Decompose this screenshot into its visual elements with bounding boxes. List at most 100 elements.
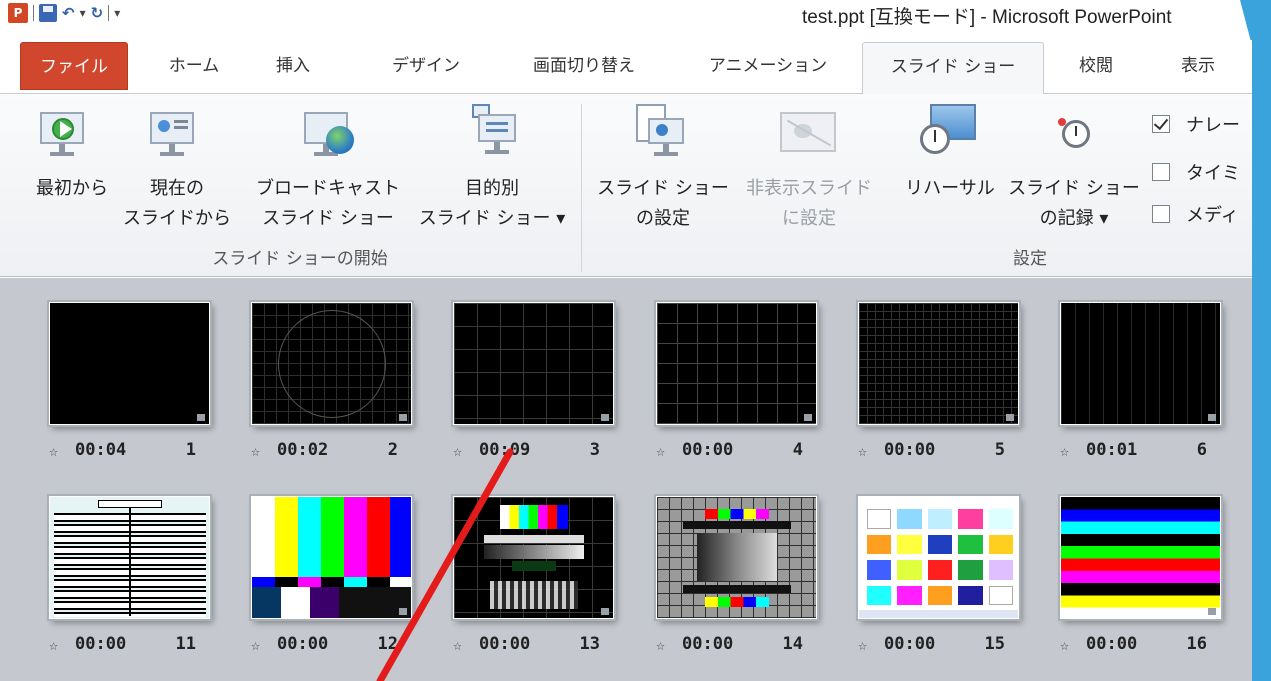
- record-slide-show-button[interactable]: スライド ショー の記録 ▾: [1006, 94, 1142, 244]
- slide-thumbnail[interactable]: ☆ 00:00 14: [656, 496, 817, 666]
- slide-thumbnail[interactable]: ☆ 00:04 1: [49, 302, 210, 472]
- slide-timing: 00:09: [479, 440, 531, 460]
- slide-image[interactable]: [49, 302, 210, 425]
- slide-timing: 00:00: [75, 634, 127, 654]
- slide-timing: 00:00: [1086, 634, 1138, 654]
- slide-image[interactable]: [1060, 302, 1221, 425]
- custom-label-line2: スライド ショー ▾: [418, 208, 566, 229]
- checkbox-media-controls[interactable]: メディ: [1152, 200, 1239, 228]
- animation-star-icon[interactable]: ☆: [453, 442, 462, 460]
- presentation-current-icon: [148, 108, 196, 156]
- rehearse-label: リハーサル: [905, 178, 995, 199]
- qat-separator: [33, 5, 34, 21]
- broadcast-globe-icon: [302, 108, 356, 160]
- slide-thumbnail[interactable]: ☆ 00:09 3: [453, 302, 614, 472]
- slide-thumbnail[interactable]: ☆ 00:00 16: [1060, 496, 1221, 666]
- animation-star-icon[interactable]: ☆: [858, 636, 867, 654]
- slide-thumbnail[interactable]: ☆ 00:00 5: [858, 302, 1019, 472]
- presentation-play-icon: [38, 108, 86, 156]
- tab-animations[interactable]: アニメーション: [694, 42, 842, 90]
- speaker-icon: [804, 414, 812, 421]
- tab-home[interactable]: ホーム: [150, 42, 238, 90]
- slide-info: ☆ 00:00 16: [1060, 634, 1221, 660]
- undo-icon[interactable]: ↶: [62, 4, 75, 22]
- group-separator: [581, 104, 582, 272]
- undo-dropdown-icon[interactable]: ▾: [80, 6, 86, 20]
- customize-qat-icon[interactable]: ▾: [114, 6, 120, 20]
- broadcast-slide-show-button[interactable]: ブロードキャスト スライド ショー: [254, 94, 402, 244]
- animation-star-icon[interactable]: ☆: [858, 442, 867, 460]
- animation-star-icon[interactable]: ☆: [251, 442, 260, 460]
- slide-thumbnail[interactable]: ☆ 00:02 2: [251, 302, 412, 472]
- powerpoint-app-icon[interactable]: P: [8, 3, 28, 23]
- slide-image[interactable]: [656, 496, 817, 619]
- slide-timing: 00:00: [682, 440, 734, 460]
- tab-insert[interactable]: 挿入: [262, 42, 324, 90]
- animation-star-icon[interactable]: ☆: [251, 636, 260, 654]
- slide-image[interactable]: [251, 302, 412, 425]
- slide-image[interactable]: [656, 302, 817, 425]
- slide-timing: 00:02: [277, 440, 329, 460]
- slide-thumbnail[interactable]: ☆ 00:01 6: [1060, 302, 1221, 472]
- tab-view[interactable]: 表示: [1158, 42, 1238, 90]
- slide-number: 11: [175, 634, 196, 654]
- tab-slide-show[interactable]: スライド ショー: [862, 42, 1044, 94]
- animation-star-icon[interactable]: ☆: [656, 442, 665, 460]
- desktop-accent-bar: [1252, 0, 1271, 681]
- custom-slide-show-button[interactable]: 目的別 スライド ショー ▾: [416, 94, 568, 244]
- slide-timing: 00:04: [75, 440, 127, 460]
- ribbon-tabs: ファイル ホーム 挿入 デザイン 画面切り替え アニメーション スライド ショー…: [0, 42, 1252, 94]
- record-label-line1: スライド ショー: [1008, 178, 1140, 199]
- from-current-label-line2: スライドから: [123, 208, 231, 229]
- rehearse-timings-button[interactable]: リハーサル: [898, 94, 1002, 244]
- from-current-slide-button[interactable]: 現在の スライドから: [118, 94, 236, 244]
- slide-thumbnail[interactable]: ☆ 00:00 13: [453, 496, 614, 666]
- setup-show-icon: [636, 104, 686, 160]
- save-icon[interactable]: [39, 4, 57, 22]
- timings-checkbox[interactable]: [1152, 163, 1170, 181]
- animation-star-icon[interactable]: ☆: [656, 636, 665, 654]
- slide-image[interactable]: [1060, 496, 1221, 619]
- animation-star-icon[interactable]: ☆: [49, 636, 58, 654]
- slide-info: ☆ 00:09 3: [453, 440, 614, 466]
- from-current-label-line1: 現在の: [150, 178, 204, 199]
- tab-transitions[interactable]: 画面切り替え: [508, 42, 660, 90]
- slide-number: 1: [185, 440, 196, 460]
- slide-image[interactable]: [453, 302, 614, 425]
- slide-thumbnail[interactable]: ☆ 00:00 15: [858, 496, 1019, 666]
- slide-image[interactable]: [858, 302, 1019, 425]
- narrations-checkbox[interactable]: [1152, 115, 1170, 133]
- narrations-label: ナレー: [1186, 115, 1240, 136]
- from-beginning-button[interactable]: 最初から: [22, 94, 122, 244]
- checkbox-timings[interactable]: タイミ: [1152, 158, 1240, 186]
- animation-star-icon[interactable]: ☆: [1060, 442, 1069, 460]
- setup-slide-show-button[interactable]: スライド ショー の設定: [590, 94, 736, 244]
- slide-thumbnail[interactable]: ☆ 00:00 11: [49, 496, 210, 666]
- tab-design[interactable]: デザイン: [376, 42, 476, 90]
- animation-star-icon[interactable]: ☆: [453, 636, 462, 654]
- animation-star-icon[interactable]: ☆: [49, 442, 58, 460]
- tab-file[interactable]: ファイル: [20, 42, 128, 90]
- hide-slide-button[interactable]: 非表示スライド に設定: [734, 94, 884, 244]
- speaker-icon: [197, 414, 205, 421]
- slide-info: ☆ 00:00 11: [49, 634, 210, 660]
- tab-review[interactable]: 校閲: [1064, 42, 1128, 90]
- checkbox-narrations[interactable]: ナレー: [1152, 110, 1240, 138]
- media-controls-label: メディ: [1186, 205, 1239, 226]
- hide-slide-label-line2: に設定: [782, 208, 836, 229]
- redo-icon[interactable]: ↻: [91, 4, 104, 22]
- slide-image[interactable]: [453, 496, 614, 619]
- quick-access-toolbar: P ↶ ▾ ↻ ▾: [8, 0, 120, 26]
- slide-number: 5: [994, 440, 1005, 460]
- slide-info: ☆ 00:00 5: [858, 440, 1019, 466]
- slide-image[interactable]: [49, 496, 210, 619]
- slide-image[interactable]: [251, 496, 412, 619]
- animation-star-icon[interactable]: ☆: [1060, 636, 1069, 654]
- slide-thumbnail[interactable]: ☆ 00:00 12: [251, 496, 412, 666]
- start-group-label: スライド ショーの開始: [212, 249, 388, 269]
- slide-info: ☆ 00:00 4: [656, 440, 817, 466]
- slide-image[interactable]: [858, 496, 1019, 619]
- media-controls-checkbox[interactable]: [1152, 205, 1170, 223]
- slide-thumbnail[interactable]: ☆ 00:00 4: [656, 302, 817, 472]
- speaker-icon: [399, 608, 407, 615]
